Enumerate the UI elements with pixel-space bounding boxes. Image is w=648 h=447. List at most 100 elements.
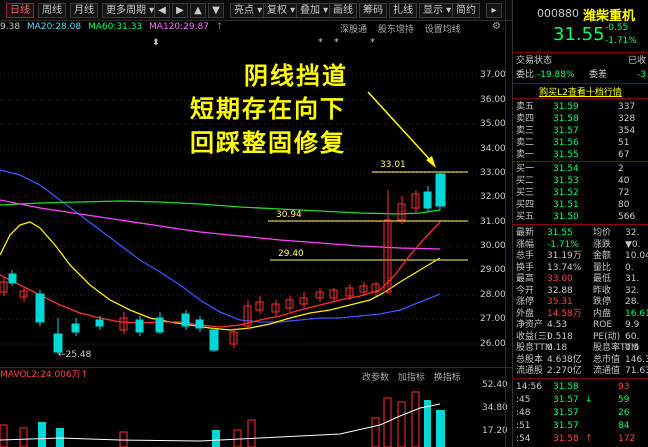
ask-price: 31.57 [553,126,579,136]
stat-label: 净资产 [516,320,544,330]
stat-value: 0.5 [625,343,640,353]
weibi-value: -19.88% [537,70,575,80]
stat-row: 收益(三) 0.518 PE(动) 60. [513,331,648,343]
tick-price: 31.57 [553,395,579,405]
bid-label: 买五 [516,212,535,222]
stat-value: 33.00 [547,274,573,284]
tick-time: :54 [516,434,531,444]
bid-label: 买三 [516,188,535,198]
ask-price: 31.55 [553,150,579,160]
weicha-label: 委差 [589,70,608,80]
stat-value: 71.63 [625,366,648,376]
stat-row: 净资产 4.53 ROE 9.9 [513,319,648,331]
price-tick: 30.00 [480,241,506,251]
chart-right-border [505,0,506,447]
bid-row: 买三 31.52 72 [513,187,648,199]
event-marker: * [334,37,339,48]
tab-add-indicator[interactable]: 加指标 [398,373,425,383]
sep [513,83,648,84]
tab-switch-indicator[interactable]: 换指标 [434,373,461,383]
bid-volume: 80 [618,200,630,210]
ask-volume: 328 [618,114,636,124]
ask-label: 卖五 [516,102,535,112]
stat-label: 总手 [516,251,535,261]
stat-value: 146.3 [625,354,648,365]
bid-label: 买四 [516,200,535,210]
stat-value: 60. [625,331,640,342]
stat-label: 今开 [516,285,535,296]
bid-row: 买四 31.51 80 [513,199,648,211]
stat-value: 13.74% [547,262,582,273]
stat-value: 2.270亿 [547,366,582,376]
stat-row: 股息TTM 0.18 股息率TTM 0.5 [513,342,648,354]
price-change-pct: -1.71% [605,36,637,46]
bid-price: 31.52 [553,188,579,198]
price-tick: 27.00 [480,314,506,324]
tick-price: 31.57 [553,421,579,431]
stat-label: 涨停 [516,297,535,307]
stat-value: 35.31 [547,297,573,307]
event-marker: * [370,37,375,48]
last-price: 31.55 [553,24,605,45]
tick-row: :48 31.57 26 [513,407,648,419]
tab-change-params[interactable]: 改参数 [362,373,389,383]
bid-label: 买二 [516,176,535,186]
price-tick: 36.00 [480,95,506,105]
stat-row: 最高 33.00 最低 31. [513,273,648,285]
stat-value: 28. [625,297,640,307]
stat-value: 0. [625,262,634,273]
level-label-low: 29.40 [278,249,304,259]
tick-price: 31.57 [553,408,579,418]
stat-value: 0.518 [547,331,573,342]
sep [513,98,648,99]
buy-l2-link[interactable]: 购买L2查看十档行情 [513,85,648,98]
stat-value: 32. [625,228,640,238]
volume-bars [0,391,445,447]
ask-row: 卖二 31.56 51 [513,137,648,149]
mavol-label: MAVOL2:24.006万 [0,370,81,380]
sep [513,224,648,225]
sep [513,161,648,162]
stat-row: 流通股 2.270亿 流通值 71.63 [513,365,648,377]
price-tick: 31.00 [480,217,506,227]
ask-price: 31.59 [553,102,579,112]
tick-price: 31.58 [553,434,579,444]
stat-label: PE(动) [593,331,621,342]
weicha-value: -3 [637,70,646,80]
stat-value: 14.58万 [547,308,582,319]
tick-price: 31.58 [553,382,579,392]
ma-yellow-line [0,221,441,331]
stock-name: 潍柴重机 [583,9,636,24]
tick-row: 14:56 31.58 93 [513,381,648,393]
stat-row: 总股本 4.638亿 总市值 146.3 [513,354,648,366]
stat-row: 涨停 35.31 跌停 28. [513,296,648,308]
trade-status-label: 交易状态 [516,56,553,66]
stat-value: 31. [625,274,640,284]
sep [513,378,648,379]
volume-tick: 52.40 [482,380,508,390]
stat-label: 流通值 [593,366,621,376]
bid-volume: 40 [618,176,630,186]
stat-value: -1.71% [547,239,579,250]
annotation-arrow [367,91,433,163]
level-label-high: 33.01 [380,160,406,170]
stat-value: 31.19万 [547,251,582,261]
tick-volume: 93 [618,382,630,392]
mavol-up-arrow-icon: ↑ [80,370,89,380]
level-label-mid: 30.94 [276,210,302,220]
min-price-label: ←25.48 [58,350,92,360]
bid-volume: 72 [618,188,630,198]
stat-label: 最高 [516,274,535,284]
stat-label: 总股本 [516,354,544,365]
stat-label: 内盘 [593,308,612,319]
ask-row: 卖五 31.59 337 [513,101,648,113]
weibi-row: 委比 -19.88% 委差 -3 [513,69,648,81]
stat-label: 换手 [516,262,535,273]
stat-value: 32. [625,285,640,296]
ask-row: 卖一 31.55 67 [513,149,648,161]
tick-time: :45 [516,395,531,405]
tick-time: :51 [516,421,531,431]
stat-value: 4.638亿 [547,354,582,365]
tick-row: :45 31.57 ↓ 59 [513,394,648,406]
annotation-line-3: 回踩整固修复 [190,129,346,157]
